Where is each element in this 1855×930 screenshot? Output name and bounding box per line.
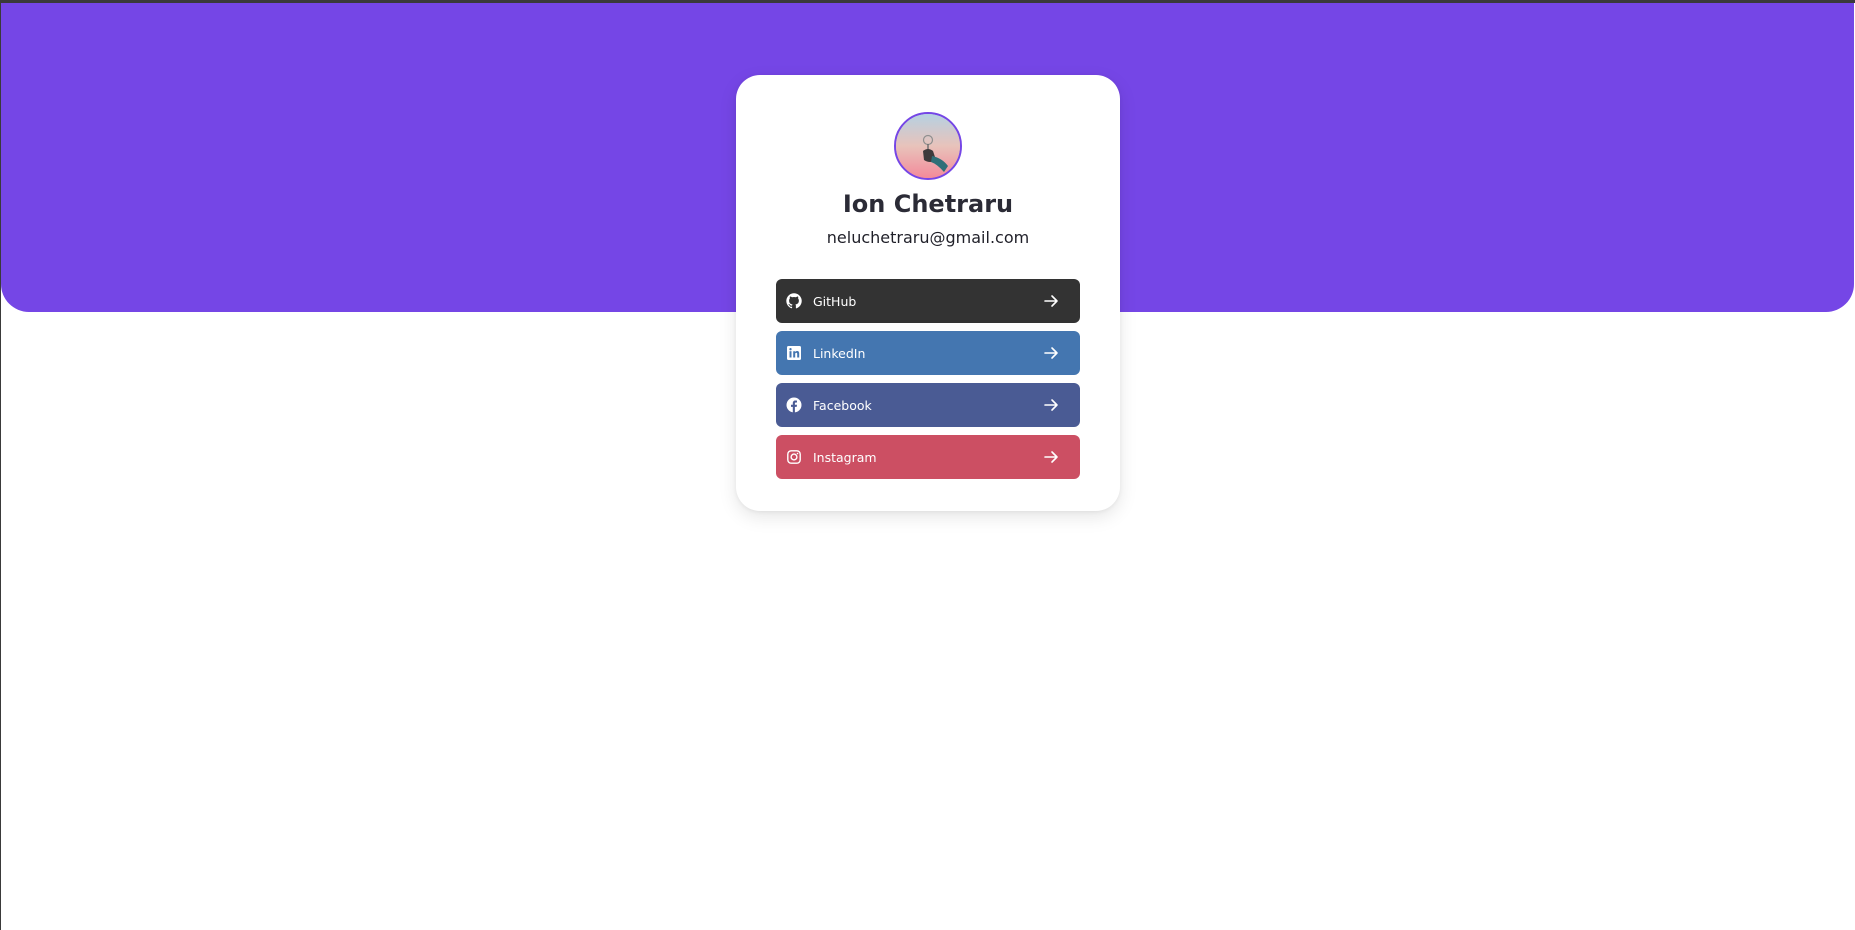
arrow-right-icon	[1042, 344, 1060, 362]
facebook-link-button[interactable]: Facebook	[776, 383, 1080, 427]
profile-photo	[896, 114, 960, 178]
github-icon	[786, 293, 802, 309]
profile-email: neluchetraru@gmail.com	[826, 228, 1030, 247]
profile-card: Ion Chetraru neluchetraru@gmail.com GitH…	[736, 75, 1120, 511]
github-link-button[interactable]: GitHub	[776, 279, 1080, 323]
arrow-right-icon	[1042, 396, 1060, 414]
profile-name: Ion Chetraru	[842, 190, 1014, 218]
github-link-label: GitHub	[813, 293, 857, 309]
facebook-link-label: Facebook	[813, 397, 872, 413]
linkedin-link-button[interactable]: LinkedIn	[776, 331, 1080, 375]
arrow-right-icon	[1042, 448, 1060, 466]
arrow-right-icon	[1042, 292, 1060, 310]
social-links: GitHub LinkedIn Facebook Instagram	[776, 279, 1080, 487]
linkedin-link-label: LinkedIn	[813, 345, 866, 361]
facebook-icon	[786, 397, 802, 413]
linkedin-icon	[786, 345, 802, 361]
avatar	[894, 112, 962, 180]
instagram-icon	[786, 449, 802, 465]
instagram-link-button[interactable]: Instagram	[776, 435, 1080, 479]
instagram-link-label: Instagram	[813, 449, 877, 465]
